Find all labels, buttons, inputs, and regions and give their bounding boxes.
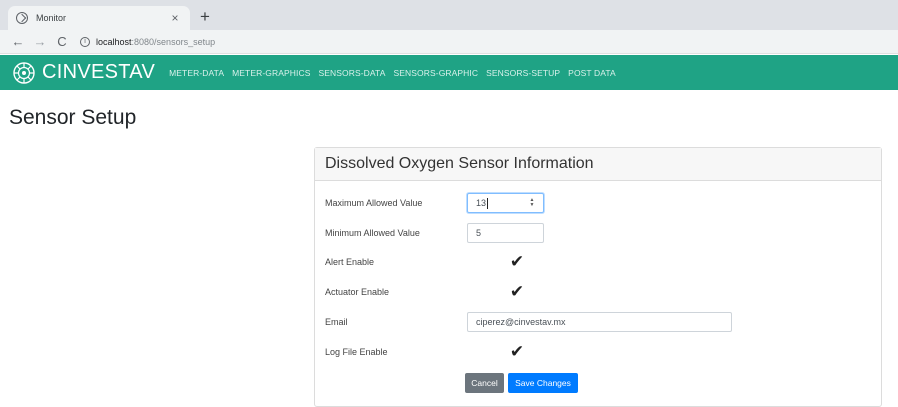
number-spinner-icon[interactable]: ▲ ▼ <box>528 198 536 209</box>
tab-title: Monitor <box>36 13 67 23</box>
actuator-enable-checkbox[interactable]: ✔ <box>507 282 527 302</box>
globe-icon <box>16 12 28 24</box>
min-value-label: Minimum Allowed Value <box>325 228 420 238</box>
page-title: Sensor Setup <box>9 106 137 129</box>
log-file-row: Log File Enable ✔ <box>325 342 527 362</box>
actuator-enable-label: Actuator Enable <box>325 287 390 297</box>
cancel-button[interactable]: Cancel <box>465 373 504 393</box>
log-file-checkbox[interactable]: ✔ <box>507 342 527 362</box>
new-tab-icon[interactable]: + <box>200 7 210 27</box>
close-tab-icon[interactable]: × <box>168 11 182 25</box>
log-file-label: Log File Enable <box>325 347 388 357</box>
card-header: Dissolved Oxygen Sensor Information <box>315 148 881 181</box>
browser-tab-strip: Monitor × + <box>0 0 898 30</box>
sensor-info-card: Dissolved Oxygen Sensor Information Maxi… <box>314 147 882 407</box>
reload-icon[interactable]: C <box>52 34 72 49</box>
alert-enable-checkbox[interactable]: ✔ <box>507 252 527 272</box>
min-value-row: Minimum Allowed Value 5 <box>325 223 544 243</box>
info-icon[interactable]: i <box>80 36 90 47</box>
max-value-text: 13 <box>476 198 487 208</box>
email-text: ciperez@cinvestav.mx <box>476 317 566 327</box>
max-value-input[interactable]: 13 ▲ ▼ <box>467 193 544 213</box>
nav-link-sensors-graphic[interactable]: SENSORS-GRAPHIC <box>394 68 479 78</box>
forward-icon[interactable]: → <box>30 34 50 49</box>
nav-link-meter-graphics[interactable]: METER-GRAPHICS <box>232 68 310 78</box>
nav-link-meter-data[interactable]: METER-DATA <box>169 68 224 78</box>
max-value-label: Maximum Allowed Value <box>325 198 423 208</box>
nav-link-post-data[interactable]: POST DATA <box>568 68 616 78</box>
min-value-text: 5 <box>476 228 482 238</box>
email-label: Email <box>325 317 348 327</box>
save-changes-button[interactable]: Save Changes <box>508 373 578 393</box>
email-row: Email ciperez@cinvestav.mx <box>325 312 732 332</box>
alert-enable-label: Alert Enable <box>325 257 375 267</box>
email-field[interactable]: ciperez@cinvestav.mx <box>467 312 732 332</box>
app-navbar: CINVESTAV METER-DATA METER-GRAPHICS SENS… <box>0 55 898 90</box>
brand-name[interactable]: CINVESTAV <box>42 61 155 84</box>
back-icon[interactable]: ← <box>8 34 28 49</box>
nav-link-sensors-data[interactable]: SENSORS-DATA <box>318 68 385 78</box>
address-bar[interactable]: i localhost:8080/sensors_setup <box>80 32 880 51</box>
url-host: localhost <box>96 36 132 47</box>
url-path: :8080/sensors_setup <box>131 36 216 47</box>
text-caret <box>487 197 489 209</box>
cinvestav-logo-icon[interactable] <box>12 61 36 85</box>
card-title: Dissolved Oxygen Sensor Information <box>325 155 594 172</box>
alert-enable-row: Alert Enable ✔ <box>325 252 527 272</box>
browser-tab[interactable]: Monitor × <box>8 6 190 30</box>
nav-link-sensors-setup[interactable]: SENSORS-SETUP <box>486 68 560 78</box>
min-value-input[interactable]: 5 <box>467 223 544 243</box>
max-value-row: Maximum Allowed Value 13 ▲ ▼ <box>325 193 544 213</box>
actuator-enable-row: Actuator Enable ✔ <box>325 282 527 302</box>
browser-toolbar: ← → C i localhost:8080/sensors_setup <box>0 30 898 54</box>
